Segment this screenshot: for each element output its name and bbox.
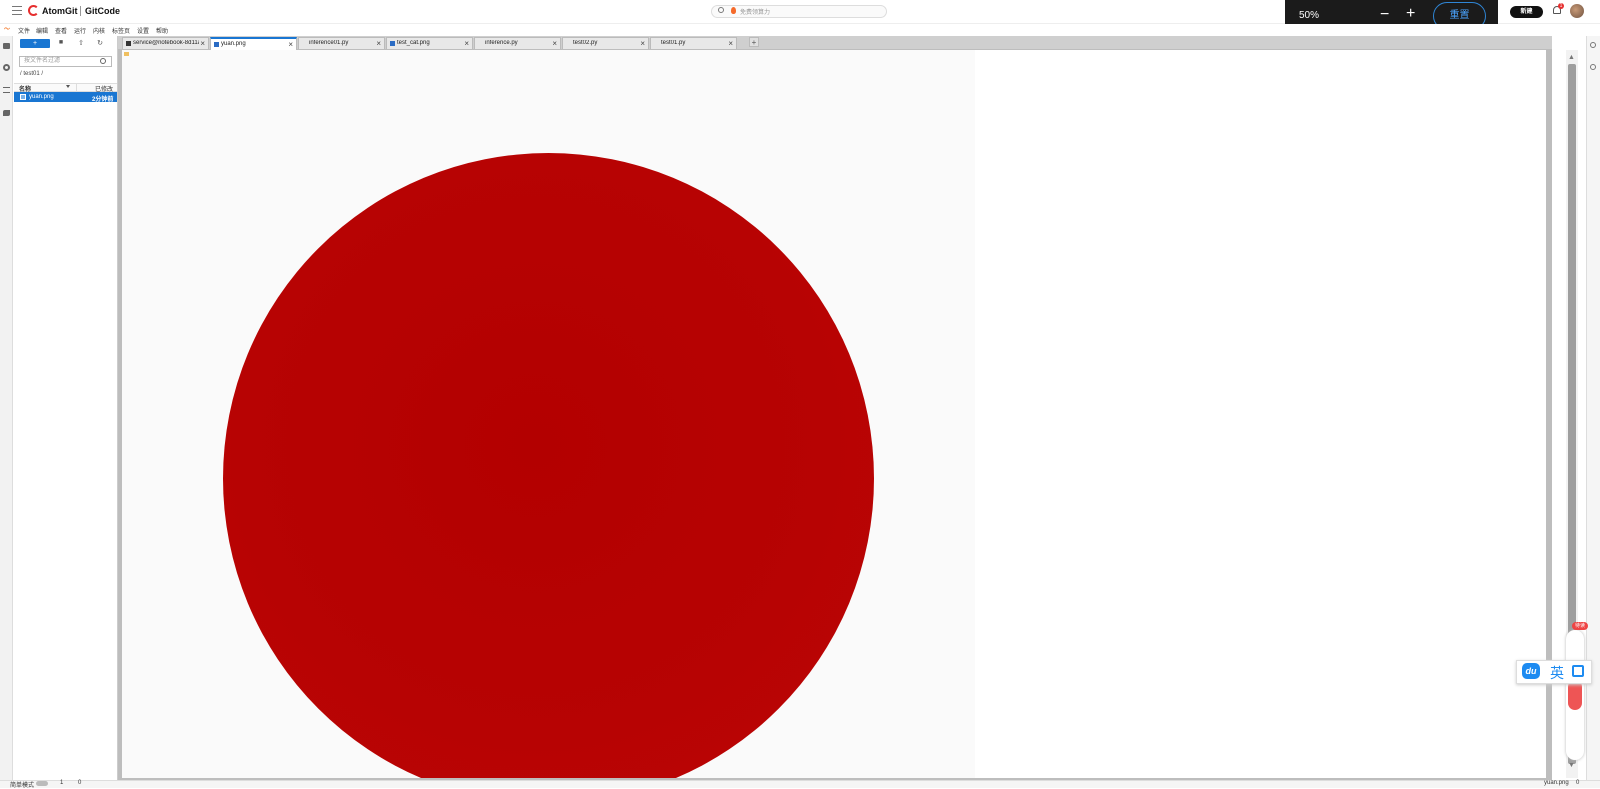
brand-separator [80,6,81,16]
menu-run[interactable]: 运行 [74,26,86,35]
menu-edit[interactable]: 编辑 [36,26,48,35]
scroll-up-icon[interactable]: ▲ [1568,54,1575,61]
tab-inference[interactable]: inference.py × [474,37,561,49]
kernel-count[interactable]: 1 [60,780,63,786]
python-file-icon [478,41,483,46]
close-icon[interactable]: × [464,39,469,48]
image-icon [214,42,219,47]
brand-atomgit[interactable]: AtomGit [42,6,78,16]
close-icon[interactable]: × [200,39,205,48]
upload-icon[interactable]: ⇧ [77,39,85,47]
tab-test-cat[interactable]: test_cat.png × [386,37,473,49]
sort-arrow-icon [66,85,70,88]
float-red-button[interactable] [1568,680,1582,710]
baidu-ime-logo-icon[interactable]: du [1522,663,1540,679]
menu-settings[interactable]: 设置 [137,26,149,35]
running-icon[interactable] [3,64,10,71]
tab-test01[interactable]: test01.py × [650,37,737,49]
zoom-out-button[interactable]: − [1380,6,1389,24]
close-icon[interactable]: × [376,39,381,48]
new-folder-icon[interactable]: ■ [57,39,65,47]
refresh-icon[interactable]: ↻ [96,39,104,47]
menu-help[interactable]: 帮助 [156,26,168,35]
current-file-label: yuan.png [1544,780,1569,786]
scroll-down-icon[interactable]: ▼ [1568,762,1575,769]
simple-mode-toggle[interactable] [36,781,48,786]
fire-icon [731,7,736,14]
status-bar [0,780,1600,788]
tab-label: test01.py [661,40,686,46]
search-placeholder: 免费领算力 [740,10,771,16]
folder-icon[interactable] [3,43,10,49]
close-icon[interactable]: × [552,39,557,48]
tab-label: test_cat.png [397,40,430,46]
jupyter-logo-icon: 〜 [4,27,11,33]
avatar[interactable] [1570,4,1584,18]
menu-file[interactable]: 文件 [18,26,30,35]
close-icon[interactable]: × [640,39,645,48]
add-tab-button[interactable]: + [749,37,759,47]
file-modified: 2分钟前 [92,97,114,103]
search-input[interactable] [711,5,887,18]
red-circle-image [223,153,874,778]
menu-bar [0,24,1600,36]
notification-badge: 1 [1558,3,1564,9]
breadcrumb[interactable]: / test01 / [20,71,43,77]
python-file-icon [654,41,659,46]
file-filter-input[interactable]: 按文件名过滤 [19,56,112,67]
tab-label: test02.py [573,40,598,46]
new-launcher-button[interactable]: + [20,39,50,48]
brand-gitcode[interactable]: GitCode [85,6,120,16]
file-browser [14,36,118,780]
image-icon [390,41,395,46]
file-name: yuan.png [29,94,54,100]
python-file-icon [566,41,571,46]
ime-language-toggle[interactable]: 英 [1550,663,1564,683]
tab-label: yuan.png [221,41,246,47]
close-icon[interactable]: × [728,39,733,48]
search-icon [718,7,724,13]
menu-view[interactable]: 查看 [55,26,67,35]
float-badge[interactable]: 待读 [1572,622,1588,630]
image-viewer [122,50,1546,778]
terminal-count[interactable]: 0 [78,780,81,786]
viewer-toolbar-icon [124,52,129,56]
new-button[interactable]: 新建 [1510,6,1543,18]
search-icon [100,58,106,64]
close-icon[interactable]: × [288,40,293,49]
zoom-in-button[interactable]: + [1406,5,1415,23]
left-sidebar-rail [0,36,13,780]
tab-label: service@notebook-8d11a [133,40,199,46]
python-file-icon [302,41,307,46]
toc-icon[interactable] [3,87,10,93]
column-divider[interactable] [76,83,77,92]
atomgit-logo-icon[interactable] [28,5,39,16]
tab-label: inference01.py [309,40,349,46]
tab-yuan-png[interactable]: yuan.png × [210,37,297,50]
tab-terminal[interactable]: service@notebook-8d11a × [122,37,209,49]
menu-icon[interactable] [12,6,22,15]
debugger-icon[interactable] [1590,64,1596,70]
menu-tabs[interactable]: 标签页 [112,26,130,35]
image-file-icon [20,94,26,100]
status-notification-count[interactable]: 0 [1576,780,1579,786]
tab-label: inference.py [485,40,518,46]
terminal-icon [126,41,131,46]
menu-kernel[interactable]: 内核 [93,26,105,35]
tab-inference01[interactable]: inference01.py × [298,37,385,49]
zoom-level: 50% [1299,10,1320,21]
ime-grid-icon[interactable] [1572,665,1584,677]
extension-icon[interactable] [3,110,10,116]
property-inspector-icon[interactable] [1590,42,1596,48]
tab-test02[interactable]: test02.py × [562,37,649,49]
